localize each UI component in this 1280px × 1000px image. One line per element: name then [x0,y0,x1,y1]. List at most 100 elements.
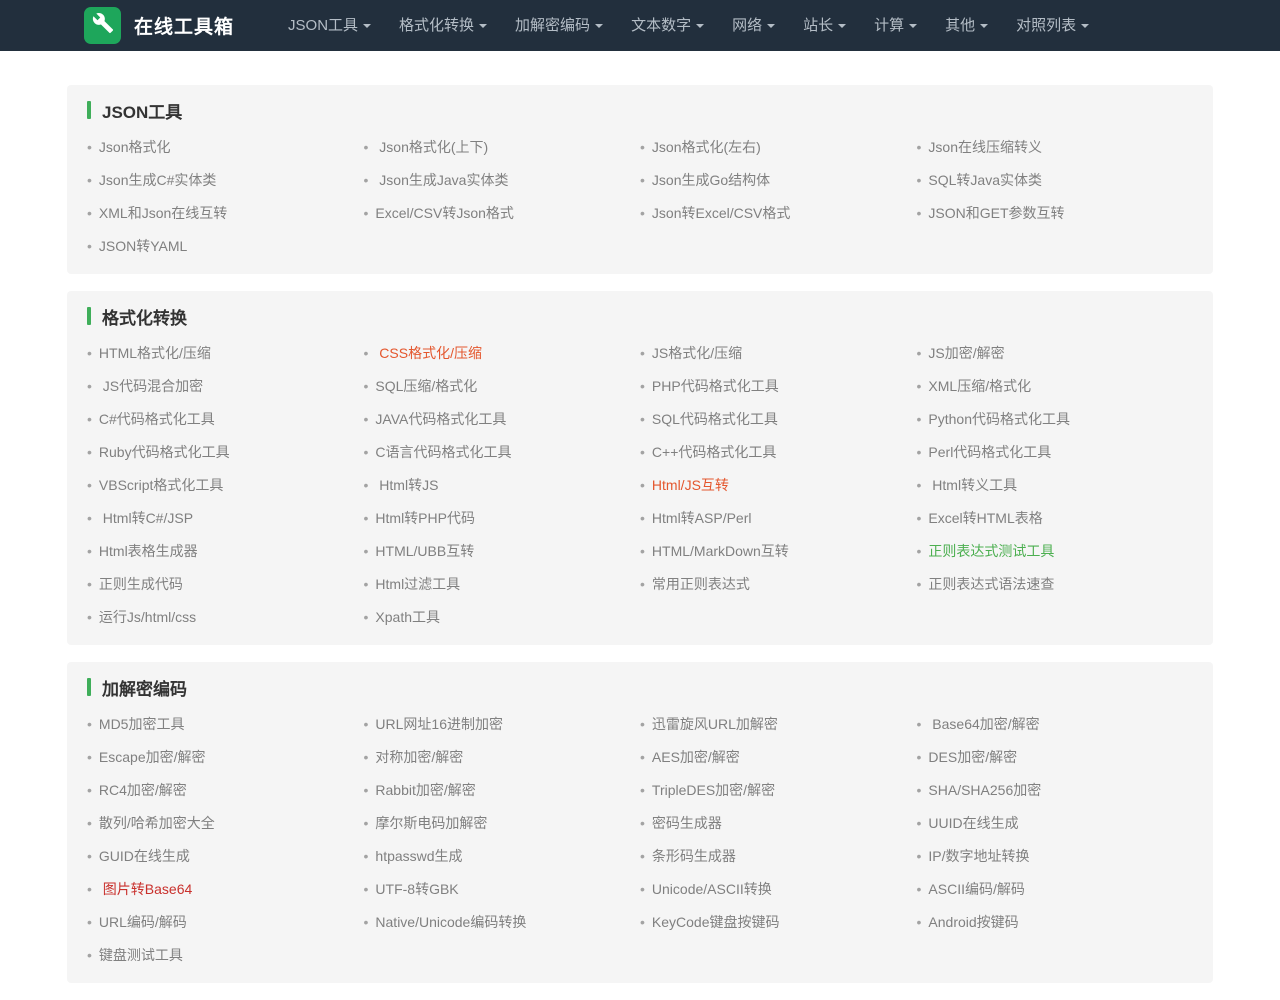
tool-link[interactable]: •正则生成代码 [87,567,364,600]
tool-link[interactable]: •XML压缩/格式化 [917,369,1194,402]
tool-link[interactable]: •UTF-8转GBK [364,872,641,905]
tool-link[interactable]: •Html表格生成器 [87,534,364,567]
tool-link[interactable]: •ASCII编码/解码 [917,872,1194,905]
tool-link[interactable]: •Rabbit加密/解密 [364,773,641,806]
tool-link[interactable]: • Html转义工具 [917,468,1194,501]
tool-link[interactable]: •GUID在线生成 [87,839,364,872]
nav-item-7[interactable]: 计算 [860,0,931,51]
tool-link[interactable]: •正则表达式测试工具 [917,534,1194,567]
tool-link-label: 密码生成器 [652,813,722,833]
section-json-tools: JSON工具 •Json格式化 • Json格式化(上下) •Json格式化(左… [67,85,1213,274]
tool-link[interactable]: • Html转JS [364,468,641,501]
tool-link[interactable]: •SQL压缩/格式化 [364,369,641,402]
tool-link[interactable]: •MD5加密工具 [87,707,364,740]
tool-link[interactable]: •常用正则表达式 [640,567,917,600]
tool-link[interactable]: •Excel/CSV转Json格式 [364,196,641,229]
tool-link[interactable]: • 图片转Base64 [87,872,364,905]
tool-link[interactable]: •Escape加密/解密 [87,740,364,773]
tool-link[interactable]: •Json转Excel/CSV格式 [640,196,917,229]
bullet-icon: • [87,815,92,831]
tool-link[interactable]: •正则表达式语法速查 [917,567,1194,600]
tool-link[interactable]: •Html过滤工具 [364,567,641,600]
tool-link[interactable]: •SQL代码格式化工具 [640,402,917,435]
tool-link[interactable]: •Json格式化 [87,130,364,163]
tool-link[interactable]: •C++代码格式化工具 [640,435,917,468]
tool-link[interactable]: •Json生成Go结构体 [640,163,917,196]
nav-item-3[interactable]: 加解密编码 [501,0,617,51]
tool-link[interactable]: •HTML/MarkDown互转 [640,534,917,567]
bullet-icon: • [640,576,645,592]
tool-link[interactable]: •JS加密/解密 [917,336,1194,369]
bullet-icon: • [87,477,92,493]
nav-item-1[interactable]: JSON工具 [274,0,385,51]
tool-link[interactable]: •C语言代码格式化工具 [364,435,641,468]
tool-link[interactable]: •JS格式化/压缩 [640,336,917,369]
tool-link[interactable]: •摩尔斯电码加解密 [364,806,641,839]
tool-link[interactable]: •Python代码格式化工具 [917,402,1194,435]
tool-link[interactable]: •TripleDES加密/解密 [640,773,917,806]
tool-link[interactable]: •C#代码格式化工具 [87,402,364,435]
tool-link[interactable]: •HTML/UBB互转 [364,534,641,567]
bullet-icon: • [917,716,922,732]
tool-link-label: HTML/UBB互转 [375,541,474,561]
tool-link[interactable]: •DES加密/解密 [917,740,1194,773]
tool-link[interactable]: •键盘测试工具 [87,938,364,971]
tool-link[interactable]: •VBScript格式化工具 [87,468,364,501]
tool-link[interactable]: •Json格式化(左右) [640,130,917,163]
nav-item-4[interactable]: 文本数字 [617,0,718,51]
tool-link[interactable]: • Html转C#/JSP [87,501,364,534]
tool-link[interactable]: •XML和Json在线互转 [87,196,364,229]
tool-link[interactable]: •迅雷旋风URL加解密 [640,707,917,740]
tool-link[interactable]: •HTML格式化/压缩 [87,336,364,369]
nav-item-2[interactable]: 格式化转换 [385,0,501,51]
tool-link[interactable]: •Html/JS互转 [640,468,917,501]
tool-link[interactable]: •PHP代码格式化工具 [640,369,917,402]
tool-link[interactable]: •AES加密/解密 [640,740,917,773]
tool-link-label: AES加密/解密 [652,747,740,767]
tool-link[interactable]: •密码生成器 [640,806,917,839]
tool-link-label: Json在线压缩转义 [928,137,1042,157]
tool-link[interactable]: •JAVA代码格式化工具 [364,402,641,435]
nav-item-8[interactable]: 其他 [931,0,1002,51]
tool-link[interactable]: •条形码生成器 [640,839,917,872]
tool-link[interactable]: •KeyCode键盘按键码 [640,905,917,938]
tool-link[interactable]: •Html转ASP/Perl [640,501,917,534]
tool-link[interactable]: •Perl代码格式化工具 [917,435,1194,468]
tool-link[interactable]: •URL编码/解码 [87,905,364,938]
nav-item-9[interactable]: 对照列表 [1002,0,1103,51]
tool-link-label: Html转JS [375,475,438,495]
tool-link[interactable]: •对称加密/解密 [364,740,641,773]
tool-link[interactable]: •SQL转Java实体类 [917,163,1194,196]
tool-link[interactable]: • Base64加密/解密 [917,707,1194,740]
tool-link[interactable]: •Ruby代码格式化工具 [87,435,364,468]
tool-link[interactable]: •Android按键码 [917,905,1194,938]
tool-link[interactable]: •Unicode/ASCII转换 [640,872,917,905]
tool-link[interactable]: •Json生成C#实体类 [87,163,364,196]
tool-link-label: DES加密/解密 [928,747,1017,767]
tool-link[interactable]: •Excel转HTML表格 [917,501,1194,534]
tool-link[interactable]: •URL网址16进制加密 [364,707,641,740]
tool-link[interactable]: •JSON转YAML [87,229,364,262]
bullet-icon: • [364,782,369,798]
tool-link[interactable]: •Html转PHP代码 [364,501,641,534]
bullet-icon: • [364,345,369,361]
nav-item-6[interactable]: 站长 [789,0,860,51]
tool-link[interactable]: •UUID在线生成 [917,806,1194,839]
tool-link[interactable]: •SHA/SHA256加密 [917,773,1194,806]
tool-link[interactable]: •运行Js/html/css [87,600,364,633]
tool-link[interactable]: •散列/哈希加密大全 [87,806,364,839]
chevron-down-icon [767,24,775,28]
nav-item-5[interactable]: 网络 [718,0,789,51]
tool-link[interactable]: •htpasswd生成 [364,839,641,872]
tool-link[interactable]: •Xpath工具 [364,600,641,633]
brand-logo[interactable] [84,7,121,44]
tool-link[interactable]: • Json生成Java实体类 [364,163,641,196]
tool-link[interactable]: •JSON和GET参数互转 [917,196,1194,229]
tool-link[interactable]: •IP/数字地址转换 [917,839,1194,872]
tool-link[interactable]: •RC4加密/解密 [87,773,364,806]
tool-link[interactable]: •Json在线压缩转义 [917,130,1194,163]
tool-link[interactable]: • JS代码混合加密 [87,369,364,402]
tool-link[interactable]: • Json格式化(上下) [364,130,641,163]
tool-link[interactable]: • CSS格式化/压缩 [364,336,641,369]
tool-link[interactable]: •Native/Unicode编码转换 [364,905,641,938]
